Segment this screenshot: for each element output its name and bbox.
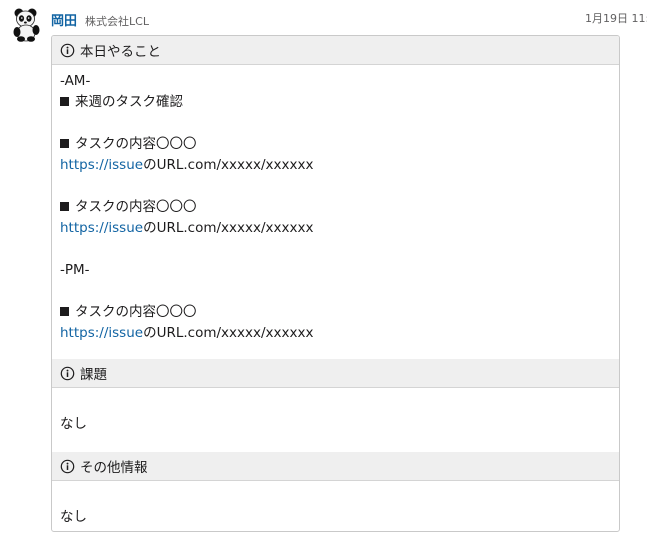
message-timestamp[interactable]: 1月19日 11:5	[585, 10, 647, 26]
task-link[interactable]: https://issue	[60, 325, 143, 341]
task-item: 来週のタスク確認	[60, 92, 183, 112]
bullet-square-icon	[60, 307, 69, 316]
section-title-issues: 課題	[80, 367, 107, 383]
section-header-other: その他情報	[52, 452, 619, 481]
message-card: 本日やること -AM- 来週のタスク確認 タスクの内容〇〇〇 https://i…	[51, 35, 620, 532]
info-icon	[60, 459, 75, 473]
task-link[interactable]: https://issue	[60, 220, 143, 236]
task-link[interactable]: https://issue	[60, 157, 143, 173]
task-item: タスクの内容〇〇〇	[60, 302, 197, 322]
task-item: タスクの内容〇〇〇	[60, 197, 197, 217]
message-header: 岡田 株式会社LCL	[51, 10, 149, 29]
info-icon	[60, 366, 75, 380]
task-link-line: https://issueのURL.com/xxxxx/xxxxxx	[60, 323, 313, 343]
bullet-square-icon	[60, 139, 69, 148]
task-text: タスクの内容〇〇〇	[75, 136, 197, 152]
task-link-line: https://issueのURL.com/xxxxx/xxxxxx	[60, 218, 313, 238]
panda-avatar-icon	[13, 8, 40, 42]
task-link-rest: のURL.com/xxxxx/xxxxxx	[143, 220, 314, 236]
task-item: タスクの内容〇〇〇	[60, 134, 197, 154]
info-icon	[60, 43, 75, 57]
section-header-issues: 課題	[52, 359, 619, 388]
author-company: 株式会社LCL	[85, 15, 149, 28]
section-header-today: 本日やること	[52, 36, 619, 65]
task-text: タスクの内容〇〇〇	[75, 199, 197, 215]
section-title-today: 本日やること	[80, 44, 161, 60]
author-name[interactable]: 岡田	[51, 10, 77, 29]
bullet-square-icon	[60, 97, 69, 106]
task-text: 来週のタスク確認	[75, 94, 183, 110]
bullet-square-icon	[60, 202, 69, 211]
task-text: タスクの内容〇〇〇	[75, 304, 197, 320]
avatar[interactable]	[12, 8, 42, 42]
am-label: -AM-	[60, 73, 91, 89]
other-body: なし	[60, 509, 87, 525]
task-link-rest: のURL.com/xxxxx/xxxxxx	[143, 325, 314, 341]
issues-body: なし	[60, 416, 87, 432]
section-title-other: その他情報	[80, 460, 148, 476]
task-link-rest: のURL.com/xxxxx/xxxxxx	[143, 157, 314, 173]
task-link-line: https://issueのURL.com/xxxxx/xxxxxx	[60, 155, 313, 175]
pm-label: -PM-	[60, 262, 90, 278]
